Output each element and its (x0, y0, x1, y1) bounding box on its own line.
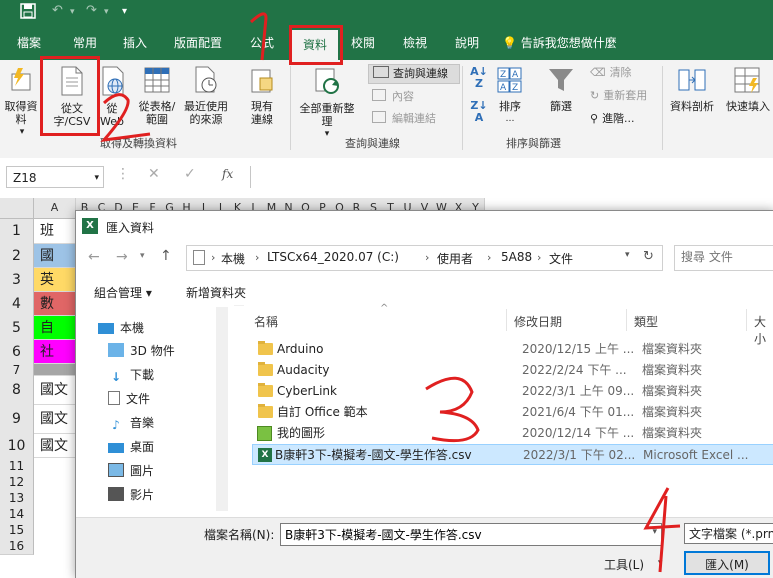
annotation-stroke-4 (643, 487, 681, 573)
annotation-overlay (100, 12, 681, 573)
annotation-stroke-2 (100, 93, 151, 142)
annotation-stroke-1 (249, 12, 268, 61)
annotation-stroke-3 (425, 376, 480, 443)
